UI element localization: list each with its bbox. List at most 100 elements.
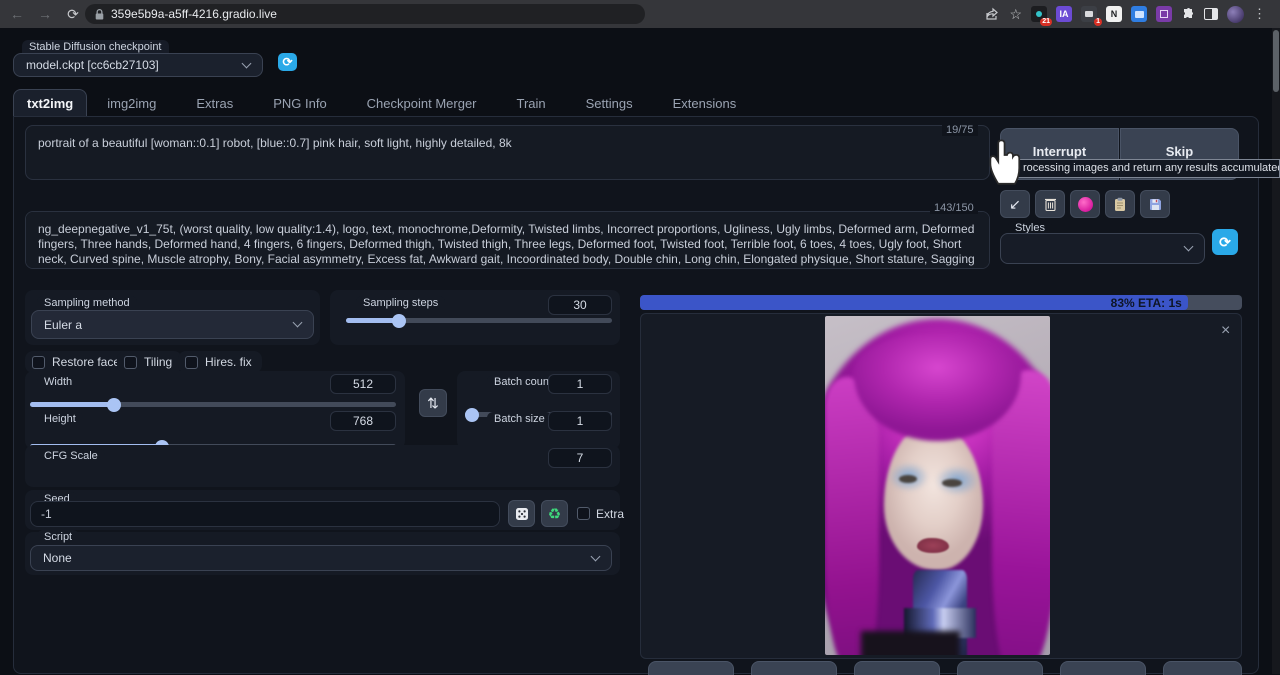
progress-bar: 83% ETA: 1s [640,295,1242,310]
tab-train[interactable]: Train [497,89,566,117]
interrupt-tooltip: rocessing images and return any results … [1016,159,1280,178]
extension-pin-badge: 21 [1040,18,1052,26]
clear-prompt-button[interactable] [1035,190,1065,218]
extensions-puzzle-icon[interactable] [1181,7,1195,21]
extra-networks-button[interactable] [1070,190,1100,218]
save-style-button[interactable] [1140,190,1170,218]
hires-fix-checkbox[interactable] [185,356,198,369]
chevron-down-icon [242,58,252,68]
apply-style-button[interactable] [1105,190,1135,218]
arrow-down-left-icon: ↙ [1009,196,1021,213]
width-value[interactable]: 512 [330,374,396,394]
hires-fix-checkbox-row[interactable]: Hires. fix [178,351,262,373]
negative-prompt-box: ng_deepnegative_v1_75t, (worst quality, … [25,211,990,269]
tab-txt2img[interactable]: txt2img [13,89,87,117]
save-button[interactable] [648,661,734,675]
recycle-icon: ♻ [548,505,561,523]
seed-input[interactable]: -1 [30,501,500,527]
clipboard-icon [1114,197,1126,212]
checkpoint-refresh-button[interactable]: ⟳ [278,53,297,71]
seed-extra-label: Extra [596,507,624,521]
tab-settings[interactable]: Settings [566,89,653,117]
hand-cursor [986,136,1028,186]
tab-img2img[interactable]: img2img [87,89,176,117]
back-button[interactable]: ← [6,6,28,22]
tab-extras[interactable]: Extras [176,89,253,117]
extra-networks-card-icon [1078,197,1093,212]
close-image-button[interactable]: × [1221,323,1230,339]
save-zip-button[interactable] [751,661,837,675]
batch-size-label: Batch size [487,412,552,428]
progress-label: 83% ETA: 1s [1111,296,1182,310]
cfg-scale-label: CFG Scale [37,449,105,465]
lock-icon [95,9,104,20]
cfg-scale-value[interactable]: 7 [548,448,612,468]
page-scrollbar-thumb[interactable] [1273,30,1279,92]
batch-count-value[interactable]: 1 [548,374,612,394]
negative-token-counter: 143/150 [930,202,978,214]
extension-ia-icon[interactable]: IA [1056,6,1072,22]
restore-faces-checkbox[interactable] [32,356,45,369]
chevron-down-icon [591,551,601,561]
tab-bar: txt2img img2img Extras PNG Info Checkpoi… [13,89,756,117]
send-to-img2img-button[interactable] [854,661,940,675]
swap-dimensions-button[interactable]: ⇅ [419,389,447,417]
batch-size-value[interactable]: 1 [548,411,612,431]
paste-generation-params-button[interactable]: ↙ [1000,190,1030,218]
tab-png-info[interactable]: PNG Info [253,89,346,117]
reuse-seed-button[interactable]: ♻ [541,500,568,527]
browser-toolbar: ← → ⟳ 359e5b9a-a5ff-4216.gradio.live ☆ 2… [0,0,1280,28]
swap-arrows-icon: ⇅ [427,395,439,412]
styles-refresh-button[interactable]: ⟳ [1212,229,1238,255]
sampling-steps-value[interactable]: 30 [548,295,612,315]
checkpoint-select[interactable]: model.ckpt [cc6cb27103] [13,53,263,77]
chevron-down-icon [293,318,303,328]
sampling-method-select[interactable]: Euler a [31,310,314,339]
dice-icon [515,507,529,521]
prompt-token-counter: 19/75 [942,124,978,136]
share-icon[interactable] [985,7,1000,21]
profile-avatar[interactable] [1227,6,1244,23]
open-folder-button[interactable] [1163,661,1242,675]
script-select[interactable]: None [30,545,612,571]
generated-image[interactable] [825,316,1050,655]
tiling-checkbox[interactable] [124,356,137,369]
address-bar[interactable]: 359e5b9a-a5ff-4216.gradio.live [85,4,645,24]
browser-menu-icon[interactable]: ⋮ [1253,6,1266,22]
sampling-steps-slider[interactable] [346,318,612,323]
random-seed-button[interactable] [508,500,535,527]
send-to-inpaint-button[interactable] [957,661,1043,675]
send-to-extras-button[interactable] [1060,661,1146,675]
reload-button[interactable]: ⟳ [62,6,84,23]
width-slider[interactable] [30,402,396,407]
tab-checkpoint-merger[interactable]: Checkpoint Merger [347,89,497,117]
extension-image-icon[interactable] [1131,6,1147,22]
prompt-input[interactable]: portrait of a beautiful [woman::0.1] rob… [25,125,990,180]
height-label: Height [37,412,83,428]
width-label: Width [37,375,79,391]
trash-icon [1044,197,1057,211]
extension-chat-badge: 1 [1094,18,1102,26]
bookmark-star-icon[interactable]: ☆ [1009,6,1022,23]
floppy-disk-icon [1149,198,1162,211]
extension-onenote-icon[interactable] [1156,6,1172,22]
styles-select[interactable] [1000,233,1205,264]
extension-chat-icon[interactable]: 1 [1081,6,1097,22]
side-panel-icon[interactable] [1204,8,1218,20]
sampling-steps-label: Sampling steps [356,296,445,312]
tiling-checkbox-row[interactable]: Tiling [117,351,182,373]
checkpoint-value: model.ckpt [cc6cb27103] [26,58,159,72]
extension-pin-icon[interactable]: 21 [1031,6,1047,22]
seed-extra-checkbox[interactable] [577,507,590,520]
prompt-box: portrait of a beautiful [woman::0.1] rob… [25,125,990,180]
extension-notion-icon[interactable]: N [1106,6,1122,22]
progress-bar-fill: 83% ETA: 1s [640,295,1188,310]
tab-extensions[interactable]: Extensions [653,89,757,117]
height-value[interactable]: 768 [330,411,396,431]
negative-prompt-input[interactable]: ng_deepnegative_v1_75t, (worst quality, … [25,211,990,269]
page-scrollbar[interactable] [1272,28,1280,674]
forward-button[interactable]: → [34,6,56,22]
cfg-scale-block [25,445,620,487]
url-text: 359e5b9a-a5ff-4216.gradio.live [111,7,277,21]
script-label: Script [37,530,79,546]
